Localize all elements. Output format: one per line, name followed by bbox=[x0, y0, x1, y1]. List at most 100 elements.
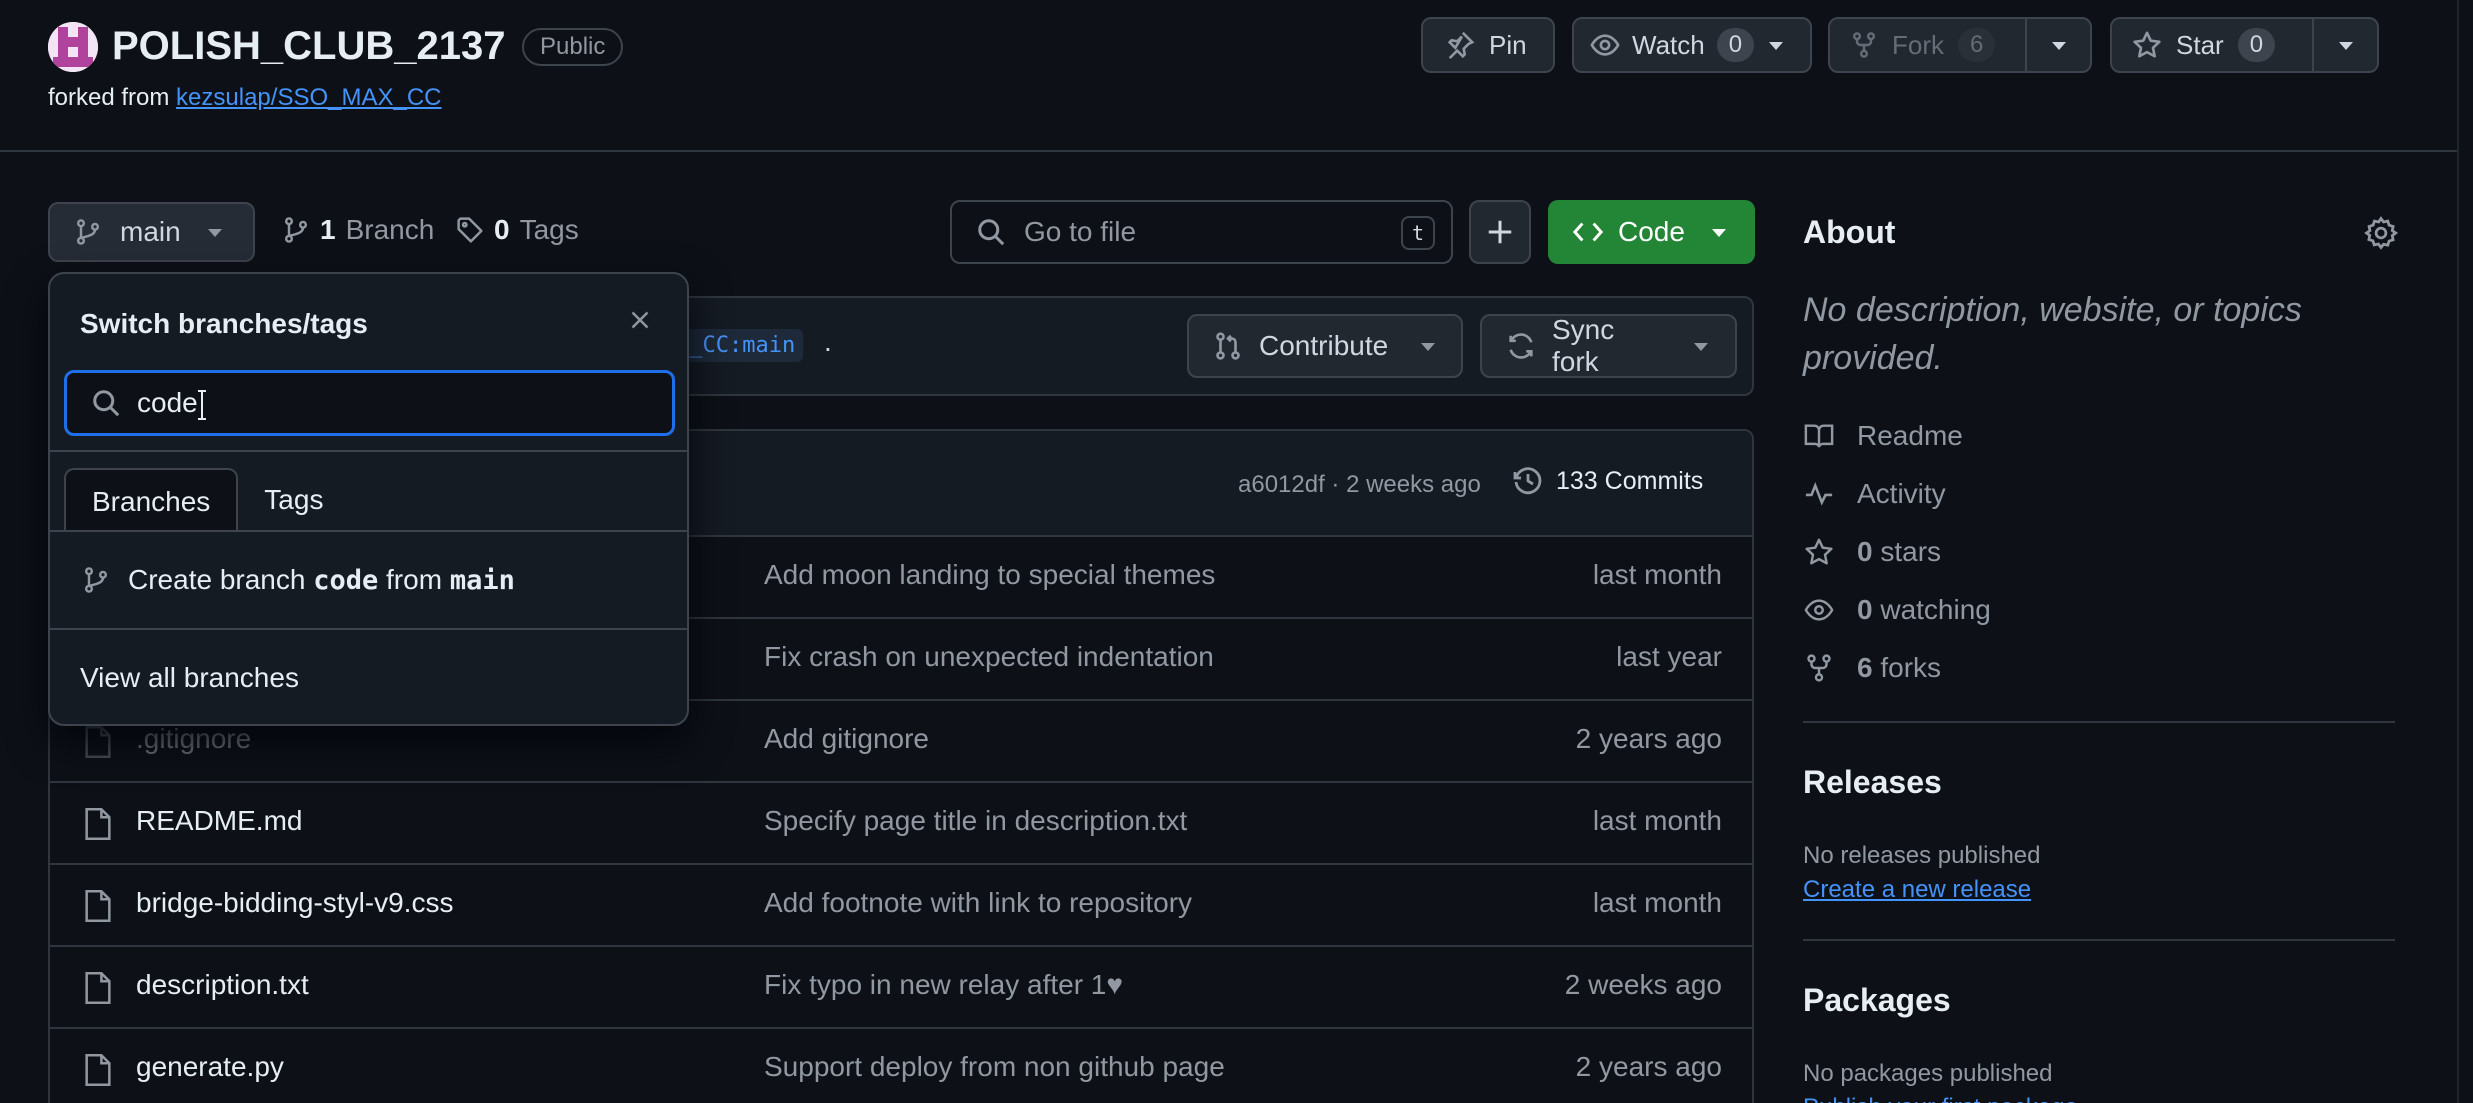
file-name[interactable]: description.txt bbox=[136, 969, 309, 1001]
go-to-file-input[interactable]: Go to file t bbox=[950, 200, 1453, 264]
commit-message[interactable]: Add moon landing to special themes bbox=[764, 559, 1215, 591]
pin-button[interactable]: Pin bbox=[1421, 17, 1555, 73]
fork-label: Fork bbox=[1892, 29, 1944, 60]
page-scrollbar[interactable] bbox=[2457, 0, 2473, 1103]
commit-date: last year bbox=[1616, 641, 1722, 672]
table-row[interactable]: description.txt Fix typo in new relay af… bbox=[50, 947, 1752, 1029]
watch-counter: 0 bbox=[1716, 28, 1755, 62]
watching-label: watching bbox=[1880, 594, 1991, 625]
star-button[interactable]: Star 0 bbox=[2110, 17, 2379, 73]
eye-icon bbox=[1590, 30, 1620, 60]
fork-menu-button[interactable] bbox=[2025, 19, 2090, 71]
commit-message[interactable]: Add gitignore bbox=[764, 723, 929, 755]
sync-fork-button[interactable]: Sync fork bbox=[1480, 314, 1737, 378]
commit-message[interactable]: Fix typo in new relay after 1♥ bbox=[764, 969, 1123, 1001]
table-row[interactable]: README.md Specify page title in descript… bbox=[50, 783, 1752, 865]
watching-link[interactable]: 0 watching bbox=[1803, 594, 1991, 626]
fork-counter: 6 bbox=[1958, 28, 1996, 62]
branch-search-input[interactable]: code bbox=[64, 370, 675, 436]
tab-branches[interactable]: Branches bbox=[64, 468, 239, 532]
releases-heading[interactable]: Releases bbox=[1803, 764, 1942, 801]
stars-link[interactable]: 0 stars bbox=[1803, 536, 1941, 568]
commit-message[interactable]: Fix crash on unexpected indentation bbox=[764, 641, 1214, 673]
branches-label: Branch bbox=[345, 214, 435, 245]
file-name[interactable]: .gitignore bbox=[136, 723, 251, 755]
file-icon bbox=[84, 725, 112, 759]
code-button[interactable]: Code bbox=[1548, 200, 1755, 264]
star-icon bbox=[2132, 30, 2162, 60]
visibility-badge: Public bbox=[522, 28, 624, 66]
divider bbox=[50, 530, 687, 532]
commits-link[interactable]: 133 Commits bbox=[1512, 465, 1703, 497]
branches-link[interactable]: 1 Branch bbox=[282, 214, 434, 246]
go-to-file-placeholder: Go to file bbox=[1024, 216, 1137, 247]
sync-fork-label: Sync fork bbox=[1552, 314, 1615, 377]
file-icon bbox=[84, 1053, 112, 1087]
file-name[interactable]: bridge-bidding-styl-v9.css bbox=[136, 887, 453, 919]
fork-outline-icon bbox=[1803, 653, 1835, 683]
file-name[interactable]: README.md bbox=[136, 805, 302, 837]
sync-chevron-down-icon bbox=[1691, 336, 1711, 356]
stars-count: 0 bbox=[1857, 536, 1873, 567]
fork-button[interactable]: Fork 6 bbox=[1828, 17, 2092, 73]
commit-date: last month bbox=[1592, 805, 1722, 836]
commit-date: last month bbox=[1592, 887, 1722, 918]
commit-message[interactable]: Support deploy from non github page bbox=[764, 1051, 1225, 1083]
tags-link[interactable]: 0 Tags bbox=[456, 214, 579, 246]
commit-message[interactable]: Add footnote with link to repository bbox=[764, 887, 1192, 919]
branches-count: 1 bbox=[320, 214, 336, 245]
close-icon[interactable] bbox=[628, 308, 652, 332]
repo-name[interactable]: POLISH_CLUB_2137 bbox=[112, 24, 505, 69]
latest-commit-summary[interactable]: a6012df · 2 weeks ago bbox=[1238, 471, 1481, 499]
add-file-button[interactable] bbox=[1469, 200, 1531, 264]
table-row[interactable]: generate.py Support deploy from non gith… bbox=[50, 1029, 1752, 1103]
forked-from-link[interactable]: kezsulap/SSO_MAX_CC bbox=[176, 84, 441, 111]
contribute-chevron-down-icon bbox=[1418, 336, 1438, 356]
star-outline-icon bbox=[1803, 537, 1835, 567]
readme-link[interactable]: Readme bbox=[1803, 420, 1963, 452]
branch-search-value: code bbox=[137, 387, 198, 418]
current-branch-label: main bbox=[120, 216, 181, 247]
create-release-link[interactable]: Create a new release bbox=[1803, 876, 2031, 904]
divider bbox=[50, 628, 687, 630]
packages-empty-text: No packages published bbox=[1803, 1060, 2053, 1087]
watch-chevron-down-icon bbox=[1766, 35, 1786, 55]
readme-label: Readme bbox=[1857, 420, 1963, 451]
sync-icon bbox=[1506, 331, 1536, 361]
forks-link[interactable]: 6 forks bbox=[1803, 652, 1941, 684]
search-icon bbox=[976, 217, 1006, 247]
star-menu-button[interactable] bbox=[2312, 19, 2377, 71]
commit-message[interactable]: Specify page title in description.txt bbox=[764, 805, 1187, 837]
contribute-label: Contribute bbox=[1259, 330, 1389, 361]
contribute-button[interactable]: Contribute bbox=[1187, 314, 1463, 378]
view-all-branches-link[interactable]: View all branches bbox=[80, 662, 299, 694]
history-icon bbox=[1512, 465, 1544, 497]
tab-tags[interactable]: Tags bbox=[238, 468, 349, 532]
star-label: Star bbox=[2176, 29, 2224, 60]
pin-label: Pin bbox=[1489, 29, 1527, 60]
tag-icon bbox=[456, 216, 484, 244]
commit-date: 2 years ago bbox=[1575, 723, 1722, 754]
gear-icon[interactable] bbox=[2364, 216, 2398, 250]
book-icon bbox=[1803, 421, 1835, 451]
commit-date: 2 years ago bbox=[1575, 1051, 1722, 1082]
branches-icon bbox=[282, 216, 310, 244]
commit-date: last month bbox=[1592, 559, 1722, 590]
table-row[interactable]: bridge-bidding-styl-v9.css Add footnote … bbox=[50, 865, 1752, 947]
forked-prefix: forked from bbox=[48, 84, 177, 111]
publish-package-link[interactable]: Publish your first package bbox=[1803, 1094, 2078, 1103]
sidebar-divider bbox=[1803, 939, 2395, 941]
activity-link[interactable]: Activity bbox=[1803, 478, 1946, 510]
file-icon bbox=[84, 807, 112, 841]
repo-avatar[interactable] bbox=[48, 22, 98, 72]
divider bbox=[50, 450, 687, 452]
branch-icon bbox=[74, 218, 102, 246]
file-name[interactable]: generate.py bbox=[136, 1051, 284, 1083]
branch-chevron-down-icon bbox=[205, 222, 225, 242]
branch-search-icon bbox=[91, 388, 121, 418]
packages-heading[interactable]: Packages bbox=[1803, 982, 1951, 1019]
pull-request-icon bbox=[1213, 331, 1243, 361]
watch-button[interactable]: Watch 0 bbox=[1572, 17, 1812, 73]
create-branch-item[interactable]: Create branch code from main bbox=[82, 564, 515, 596]
branch-selector-button[interactable]: main bbox=[48, 202, 255, 262]
